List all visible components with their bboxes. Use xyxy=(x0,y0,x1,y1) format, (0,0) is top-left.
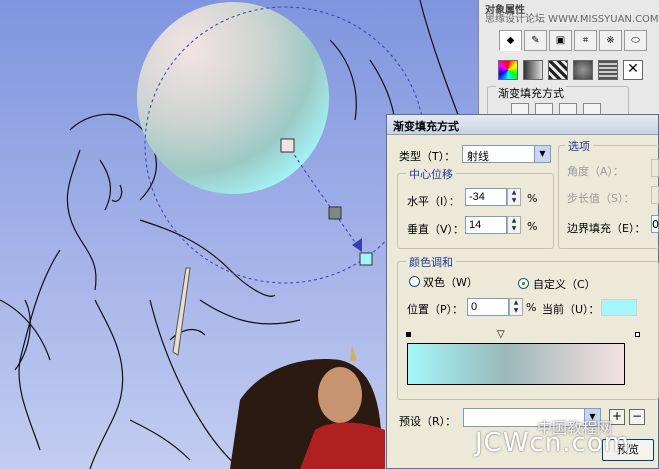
gradient-preview-bar[interactable] xyxy=(407,343,625,385)
midpoint-triangle-icon[interactable]: ▽ xyxy=(497,329,505,340)
start-color-marker[interactable] xyxy=(406,332,411,337)
preset-label: 预设（R）： xyxy=(399,415,457,428)
horizontal-input[interactable] xyxy=(465,188,507,206)
chevron-down-icon[interactable]: ▼ xyxy=(534,146,550,162)
options-legend: 选项 xyxy=(565,138,593,154)
horizontal-percent: % xyxy=(527,192,538,205)
uniform-fill-icon[interactable] xyxy=(498,60,518,80)
edge-pad-input[interactable]: 0 xyxy=(651,215,659,233)
vertical-input[interactable] xyxy=(465,216,507,234)
gradient-sphere xyxy=(137,2,329,194)
pen-nib-icon[interactable]: ✎ xyxy=(524,30,547,51)
pattern-icon[interactable]: ※ xyxy=(599,30,622,51)
position-stepper[interactable]: ▲ ▼ xyxy=(509,298,523,316)
center-offset-legend: 中心位移 xyxy=(406,166,456,182)
type-label: 类型（T）： xyxy=(399,150,456,163)
docker-watermark: 思缘设计论坛 WWW.MISSYUAN.COM xyxy=(485,14,659,25)
current-label: 当前（U）： xyxy=(542,303,600,316)
postscript-fill-icon[interactable] xyxy=(598,60,618,80)
center-offset-group xyxy=(397,173,554,249)
fill-midpoint-handle xyxy=(328,206,342,220)
two-color-radio[interactable] xyxy=(409,276,420,287)
color-blend-legend: 颜色调和 xyxy=(406,254,456,270)
fountain-fill-icon[interactable] xyxy=(523,60,543,80)
steps-input[interactable] xyxy=(651,186,659,204)
custom-radio[interactable] xyxy=(518,278,529,289)
no-fill-icon[interactable]: ✕ xyxy=(623,60,643,80)
fill-type-group-label: 渐变填充方式 xyxy=(496,85,566,101)
pattern-fill-icon[interactable] xyxy=(548,60,568,80)
remove-preset-button[interactable]: − xyxy=(629,409,645,425)
custom-label: 自定义（C） xyxy=(533,278,596,291)
angle-input[interactable] xyxy=(651,159,659,177)
current-color-swatch[interactable] xyxy=(601,299,637,316)
fill-start-handle xyxy=(280,138,295,153)
type-select-value: 射线 xyxy=(467,150,489,163)
docker-tabs: ◆ ✎ ▣ ⌗ ※ ⬭ xyxy=(499,30,647,51)
position-label: 位置（P）： xyxy=(407,303,464,316)
ellipse-icon[interactable]: ⬭ xyxy=(624,30,647,51)
sword-blade xyxy=(172,267,191,356)
end-color-marker[interactable] xyxy=(635,332,640,337)
fill-type-buttons: ✕ xyxy=(498,60,643,80)
frame-icon[interactable]: ▣ xyxy=(549,30,572,51)
steps-label: 步长值（S）： xyxy=(567,192,635,205)
vertical-label: 垂直（V）： xyxy=(407,223,465,236)
type-select[interactable]: 射线 ▼ xyxy=(462,145,551,163)
vertical-stepper[interactable]: ▲ ▼ xyxy=(507,216,521,234)
angle-label: 角度（A）： xyxy=(567,165,625,178)
horizontal-label: 水平（I）： xyxy=(407,195,460,208)
horizontal-stepper[interactable]: ▲ ▼ xyxy=(507,188,521,206)
crop-icon[interactable]: ⌗ xyxy=(574,30,597,51)
dialog-title: 渐变填充方式 xyxy=(393,120,459,133)
site-watermark: JCWcn.com xyxy=(475,428,631,458)
fill-bucket-icon[interactable]: ◆ xyxy=(499,30,522,51)
fill-end-handle xyxy=(359,252,373,266)
position-percent: % xyxy=(526,301,537,314)
dialog-titlebar[interactable]: 渐变填充方式 xyxy=(387,115,658,135)
woman-photo xyxy=(230,345,385,469)
texture-fill-icon[interactable] xyxy=(573,60,593,80)
edge-pad-label: 边界填充（E）： xyxy=(567,222,646,235)
fountain-fill-dialog: 渐变填充方式 类型（T）： 射线 ▼ 中心位移 水平（I）： ▲▼ % 垂直（V… xyxy=(386,114,659,469)
vertical-percent: % xyxy=(527,220,538,233)
position-input[interactable] xyxy=(467,298,509,316)
two-color-label: 双色（W） xyxy=(423,276,478,289)
